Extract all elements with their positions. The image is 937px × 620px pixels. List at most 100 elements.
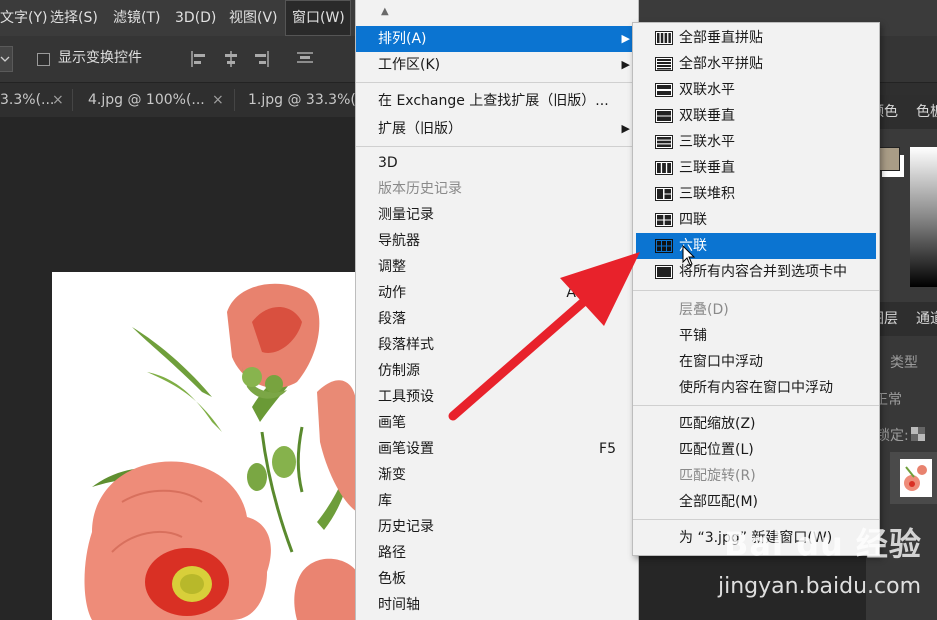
menu-item-arrange[interactable]: 排列(A) ▶ — [356, 26, 638, 52]
menu-item-label: 排列(A) — [378, 31, 427, 47]
menu-item-3d[interactable]: 3D — [356, 150, 638, 176]
menu-item-navigator[interactable]: 导航器 — [356, 228, 638, 254]
consolidate-tabs-icon — [655, 265, 673, 279]
menu-item-measurement-log[interactable]: 测量记录 — [356, 202, 638, 228]
show-transform-controls-checkbox[interactable] — [37, 53, 50, 66]
submenu-item-3up-horizontal[interactable]: 三联水平 — [633, 129, 879, 155]
submenu-item-label: 将所有内容合并到选项卡中 — [679, 264, 847, 280]
submenu-item-label: 四联 — [679, 212, 707, 228]
align-right-edges-icon[interactable] — [250, 48, 272, 70]
submenu-item-match-location[interactable]: 匹配位置(L) — [633, 437, 879, 463]
tool-preset-dropdown[interactable] — [0, 46, 13, 72]
submenu-item-label: 平铺 — [679, 328, 707, 344]
menu-3d[interactable]: 3D(D) — [175, 0, 216, 36]
align-horizontal-centers-icon[interactable] — [220, 48, 242, 70]
menu-item-label: 3D — [378, 155, 398, 171]
menu-item-tool-presets[interactable]: 工具预设 — [356, 384, 638, 410]
submenu-item-4up[interactable]: 四联 — [633, 207, 879, 233]
menu-item-label: 段落样式 — [378, 337, 434, 353]
menu-item-label: 历史记录 — [378, 519, 434, 535]
submenu-item-float-in-window[interactable]: 在窗口中浮动 — [633, 349, 879, 375]
menu-item-extensions-legacy[interactable]: 扩展（旧版） ▶ — [356, 116, 638, 142]
document-canvas[interactable] — [52, 272, 357, 620]
submenu-arrow-icon: ▶ — [621, 32, 630, 45]
submenu-item-2up-horizontal[interactable]: 双联水平 — [633, 77, 879, 103]
menu-view[interactable]: 视图(V) — [229, 0, 278, 36]
three-up-vertical-icon — [655, 161, 673, 175]
menu-item-label: 测量记录 — [378, 207, 434, 223]
menu-item-clone-source[interactable]: 仿制源 — [356, 358, 638, 384]
submenu-item-consolidate-to-tabs[interactable]: 将所有内容合并到选项卡中 — [633, 259, 879, 285]
tab-divider — [72, 89, 73, 111]
submenu-item-match-zoom[interactable]: 匹配缩放(Z) — [633, 411, 879, 437]
tab-close-icon[interactable]: × — [52, 83, 64, 117]
menu-item-label: 工具预设 — [378, 389, 434, 405]
menu-item-actions[interactable]: 动作 A — [356, 280, 638, 306]
menu-item-label: 动作 — [378, 285, 406, 301]
layer-kind-filter[interactable]: 类型 — [890, 352, 918, 372]
submenu-item-label: 三联水平 — [679, 134, 735, 150]
submenu-item-float-all-in-windows[interactable]: 使所有内容在窗口中浮动 — [633, 375, 879, 401]
menu-item-brush-settings[interactable]: 画笔设置 F5 — [356, 436, 638, 462]
submenu-item-label: 全部水平拼贴 — [679, 56, 763, 72]
tab-4jpg[interactable]: 4.jpg @ 100%(... — [88, 83, 205, 117]
menu-item-paragraph[interactable]: 段落 — [356, 306, 638, 332]
menu-item-label: 色板 — [378, 571, 406, 587]
submenu-arrow-icon: ▶ — [621, 58, 630, 71]
menu-item-label: 画笔设置 — [378, 441, 434, 457]
menu-item-label: 渐变 — [378, 467, 406, 483]
submenu-item-cascade: 层叠(D) — [633, 297, 879, 323]
submenu-item-6up[interactable]: 六联 — [636, 233, 876, 259]
submenu-item-match-rotation: 匹配旋转(R) — [633, 463, 879, 489]
tab-channels[interactable]: 通道 — [916, 302, 937, 336]
color-picker-field[interactable] — [910, 147, 937, 287]
menu-window[interactable]: 窗口(W) — [285, 0, 351, 36]
align-top-edges-icon[interactable] — [294, 48, 316, 70]
menu-item-label: 仿制源 — [378, 363, 420, 379]
menu-item-workspace[interactable]: 工作区(K) ▶ — [356, 52, 638, 78]
menu-item-history[interactable]: 历史记录 — [356, 514, 638, 540]
tab-1jpg[interactable]: 1.jpg @ 33.3%(... — [248, 83, 369, 117]
align-left-edges-icon[interactable] — [188, 48, 210, 70]
menu-item-timeline[interactable]: 时间轴 — [356, 592, 638, 618]
menu-select[interactable]: 选择(S) — [50, 0, 98, 36]
menu-item-label: 路径 — [378, 545, 406, 561]
menu-item-brushes[interactable]: 画笔 — [356, 410, 638, 436]
submenu-item-match-all[interactable]: 全部匹配(M) — [633, 489, 879, 515]
menu-item-paragraph-styles[interactable]: 段落样式 — [356, 332, 638, 358]
submenu-item-3up-stacked[interactable]: 三联堆积 — [633, 181, 879, 207]
submenu-item-label: 匹配缩放(Z) — [679, 416, 756, 432]
menu-type[interactable]: 文字(Y) — [0, 0, 47, 36]
menu-filter[interactable]: 滤镜(T) — [113, 0, 160, 36]
three-up-stacked-icon — [655, 187, 673, 201]
menu-item-label: 时间轴 — [378, 597, 420, 613]
tab-divider — [234, 89, 235, 111]
submenu-item-label: 全部匹配(M) — [679, 494, 759, 510]
submenu-item-2up-vertical[interactable]: 双联垂直 — [633, 103, 879, 129]
menu-item-label: 调整 — [378, 259, 406, 275]
menu-item-paths[interactable]: 路径 — [356, 540, 638, 566]
submenu-item-label: 匹配旋转(R) — [679, 468, 756, 484]
scroll-up-arrow-icon[interactable]: ▲ — [381, 6, 389, 17]
menu-item-label: 扩展（旧版） — [378, 121, 462, 137]
menu-item-find-extensions[interactable]: 在 Exchange 上查找扩展（旧版）... — [356, 88, 638, 114]
submenu-item-tile-all-vertically[interactable]: 全部垂直拼贴 — [633, 25, 879, 51]
submenu-item-3up-vertical[interactable]: 三联垂直 — [633, 155, 879, 181]
lock-transparent-pixels-icon[interactable] — [911, 427, 925, 441]
menu-item-swatches[interactable]: 色板 — [356, 566, 638, 592]
flower-illustration — [84, 283, 357, 620]
submenu-item-label: 双联水平 — [679, 82, 735, 98]
menu-item-label: 工作区(K) — [378, 57, 441, 73]
menu-item-adjustments[interactable]: 调整 — [356, 254, 638, 280]
tab-3jpg[interactable]: 3.3%(... — [0, 83, 54, 117]
six-up-icon — [655, 239, 673, 253]
tab-swatches[interactable]: 色板 — [916, 95, 937, 129]
menu-item-libraries[interactable]: 库 — [356, 488, 638, 514]
submenu-item-tile-all-horizontally[interactable]: 全部水平拼贴 — [633, 51, 879, 77]
menu-item-gradients[interactable]: 渐变 — [356, 462, 638, 488]
menu-item-label: 版本历史记录 — [378, 181, 462, 197]
submenu-item-label: 匹配位置(L) — [679, 442, 754, 458]
submenu-item-tile[interactable]: 平铺 — [633, 323, 879, 349]
submenu-item-label: 在窗口中浮动 — [679, 354, 763, 370]
tab-close-icon[interactable]: × — [212, 83, 224, 117]
